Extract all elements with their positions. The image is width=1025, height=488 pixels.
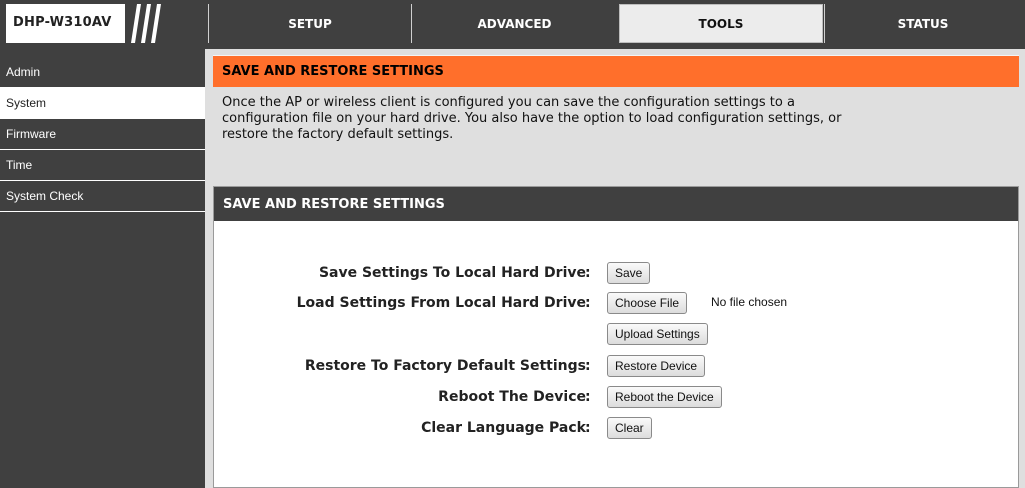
tab-status[interactable]: STATUS: [824, 4, 1021, 43]
sidebar-item-system[interactable]: System: [0, 88, 205, 119]
save-settings-colon: :: [585, 265, 591, 281]
model-badge: DHP-W310AV: [6, 4, 178, 43]
model-name: DHP-W310AV: [13, 15, 112, 30]
info-line-2: configuration file on your hard drive. Y…: [222, 111, 842, 126]
restore-device-row: Restore To Factory Default Settings : Re…: [214, 355, 1014, 379]
sidebar: Admin System Firmware Time System Check: [0, 57, 205, 212]
info-panel: SAVE AND RESTORE SETTINGS Once the AP or…: [213, 55, 1019, 180]
reboot-device-colon: :: [585, 389, 591, 405]
sidebar-item-time[interactable]: Time: [0, 150, 205, 181]
reboot-device-row: Reboot The Device : Reboot the Device: [214, 386, 1014, 410]
reboot-device-button[interactable]: Reboot the Device: [607, 386, 722, 408]
sidebar-item-firmware[interactable]: Firmware: [0, 119, 205, 150]
load-settings-colon: :: [585, 295, 591, 311]
choose-file-button[interactable]: Choose File: [607, 292, 688, 314]
sidebar-item-admin[interactable]: Admin: [0, 57, 205, 88]
save-settings-row: Save Settings To Local Hard Drive : Save: [214, 262, 1014, 286]
info-line-1: Once the AP or wireless client is config…: [222, 95, 795, 110]
main-content: SAVE AND RESTORE SETTINGS Once the AP or…: [205, 49, 1025, 488]
load-settings-label: Load Settings From Local Hard Drive: [296, 295, 586, 311]
restore-device-label: Restore To Factory Default Settings: [304, 358, 586, 374]
save-settings-label: Save Settings To Local Hard Drive: [318, 265, 586, 281]
tab-setup[interactable]: SETUP: [208, 4, 411, 43]
reboot-device-label: Reboot The Device: [438, 389, 586, 405]
clear-language-row: Clear Language Pack : Clear: [214, 417, 1014, 441]
load-settings-row: Load Settings From Local Hard Drive : Ch…: [214, 292, 1014, 316]
clear-button[interactable]: Clear: [607, 417, 652, 439]
settings-panel: SAVE AND RESTORE SETTINGS Save Settings …: [213, 186, 1019, 488]
tab-tools[interactable]: TOOLS: [619, 4, 823, 43]
slashes-decoration: [125, 4, 178, 43]
save-button[interactable]: Save: [607, 262, 651, 284]
info-line-3: restore the factory default settings.: [222, 127, 454, 142]
restore-device-button[interactable]: Restore Device: [607, 355, 706, 377]
tab-advanced[interactable]: ADVANCED: [411, 4, 617, 43]
no-file-chosen-text: No file chosen: [711, 295, 788, 309]
upload-settings-row: Upload Settings: [214, 323, 1014, 347]
clear-language-label: Clear Language Pack: [421, 420, 586, 436]
slash-stripes-icon: [131, 4, 161, 43]
info-panel-description: Once the AP or wireless client is config…: [213, 87, 1019, 143]
info-panel-title: SAVE AND RESTORE SETTINGS: [213, 55, 1019, 87]
clear-language-colon: :: [585, 420, 591, 436]
restore-device-colon: :: [585, 358, 591, 374]
sidebar-item-system-check[interactable]: System Check: [0, 181, 205, 212]
top-navigation-bar: DHP-W310AV SETUP ADVANCED TOOLS STATUS: [0, 0, 1025, 49]
upload-settings-button[interactable]: Upload Settings: [607, 323, 708, 345]
settings-panel-title: SAVE AND RESTORE SETTINGS: [214, 187, 1018, 222]
